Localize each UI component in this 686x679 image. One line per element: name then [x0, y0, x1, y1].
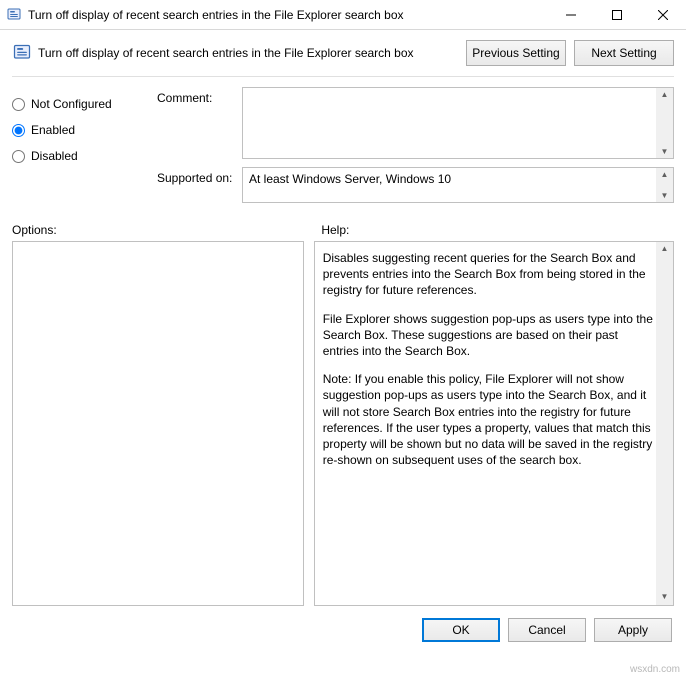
comment-label: Comment:	[157, 87, 242, 159]
help-label: Help:	[321, 223, 674, 237]
watermark: wsxdn.com	[630, 664, 680, 675]
radio-not-configured-input[interactable]	[12, 98, 25, 111]
scrollbar[interactable]: ▲ ▼	[656, 242, 673, 605]
radio-disabled-input[interactable]	[12, 150, 25, 163]
supported-on-label: Supported on:	[157, 167, 242, 203]
policy-icon	[6, 7, 22, 23]
options-pane	[12, 241, 304, 606]
titlebar: Turn off display of recent search entrie…	[0, 0, 686, 30]
policy-icon-large	[12, 43, 32, 63]
button-bar: OK Cancel Apply	[0, 606, 686, 654]
help-paragraph: File Explorer shows suggestion pop-ups a…	[323, 311, 653, 360]
help-paragraph: Note: If you enable this policy, File Ex…	[323, 371, 653, 468]
options-label: Options:	[12, 223, 321, 237]
radio-label: Not Configured	[31, 97, 112, 111]
minimize-button[interactable]	[548, 0, 594, 30]
help-pane: Disables suggesting recent queries for t…	[314, 241, 674, 606]
scroll-down-icon: ▼	[661, 189, 669, 202]
header-title: Turn off display of recent search entrie…	[38, 46, 458, 60]
divider	[12, 76, 674, 77]
radio-enabled[interactable]: Enabled	[12, 117, 157, 143]
scroll-up-icon: ▲	[661, 168, 669, 181]
cancel-button[interactable]: Cancel	[508, 618, 586, 642]
comment-textbox[interactable]: ▲ ▼	[242, 87, 674, 159]
supported-on-value: At least Windows Server, Windows 10	[249, 172, 451, 186]
radio-label: Enabled	[31, 123, 75, 137]
close-button[interactable]	[640, 0, 686, 30]
radio-enabled-input[interactable]	[12, 124, 25, 137]
help-paragraph: Disables suggesting recent queries for t…	[323, 250, 653, 299]
header-row: Turn off display of recent search entrie…	[0, 30, 686, 70]
radio-label: Disabled	[31, 149, 78, 163]
radio-not-configured[interactable]: Not Configured	[12, 91, 157, 117]
previous-setting-button[interactable]: Previous Setting	[466, 40, 566, 66]
scroll-up-icon: ▲	[661, 88, 669, 101]
ok-button[interactable]: OK	[422, 618, 500, 642]
state-column: Not Configured Enabled Disabled	[12, 87, 157, 211]
scroll-down-icon: ▼	[661, 590, 669, 605]
scroll-up-icon: ▲	[661, 242, 669, 257]
scrollbar[interactable]: ▲ ▼	[656, 168, 673, 202]
next-setting-button[interactable]: Next Setting	[574, 40, 674, 66]
radio-disabled[interactable]: Disabled	[12, 143, 157, 169]
window-title: Turn off display of recent search entrie…	[28, 8, 548, 22]
scroll-down-icon: ▼	[661, 145, 669, 158]
apply-button[interactable]: Apply	[594, 618, 672, 642]
maximize-button[interactable]	[594, 0, 640, 30]
scrollbar[interactable]: ▲ ▼	[656, 88, 673, 158]
supported-on-textbox: At least Windows Server, Windows 10 ▲ ▼	[242, 167, 674, 203]
